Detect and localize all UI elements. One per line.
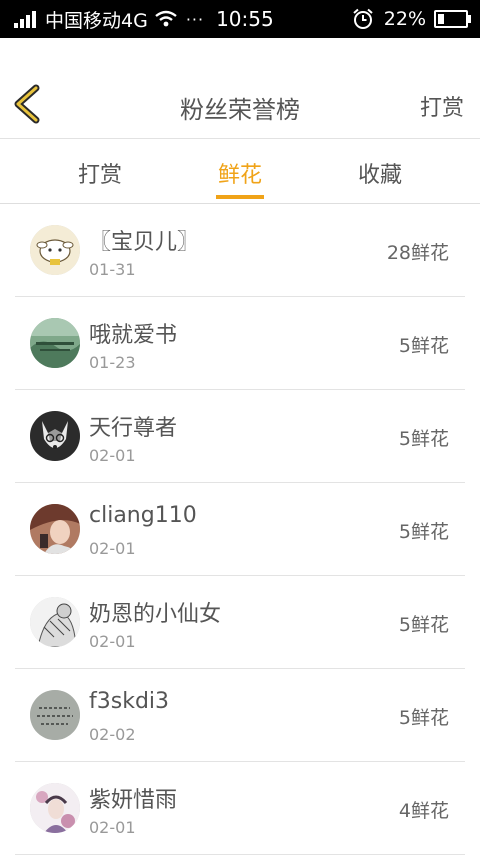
fan-date: 02-01 [89, 539, 136, 558]
list-item[interactable]: f3skdi3 02-02 5鲜花 [15, 669, 465, 762]
fan-name: 天行尊者 [89, 416, 178, 441]
list-item[interactable]: cliang110 02-01 5鲜花 [15, 483, 465, 576]
fan-name: 奶恩的小仙女 [89, 602, 222, 627]
flower-count: 5鲜花 [398, 707, 449, 729]
battery-fill [438, 14, 444, 24]
fan-date: 02-02 [89, 725, 136, 744]
handwriting-gray-icon [30, 690, 80, 740]
alarm-icon [353, 8, 373, 29]
avatar[interactable] [30, 411, 80, 461]
girl-portrait-icon [30, 504, 80, 554]
signal-icon [14, 10, 38, 28]
fan-date: 02-01 [89, 632, 136, 651]
more-dots: ··· [185, 9, 205, 29]
wifi-icon [155, 10, 177, 27]
status-right: 22% [352, 8, 480, 30]
fan-date: 02-01 [89, 818, 136, 837]
fan-name: 紫妍惜雨 [89, 788, 178, 813]
fan-name: cliang110 [89, 503, 197, 528]
tab-bar: 打赏 鲜花 收藏 [0, 139, 480, 204]
active-tab-indicator [216, 195, 264, 199]
tab-favorites[interactable]: 收藏 [330, 157, 430, 189]
fan-name: 〖宝贝儿〗 [89, 230, 200, 255]
fan-ranking-list: 〖宝贝儿〗 01-31 28鲜花 哦就爱书 01-23 5鲜花 天行尊者 02-… [0, 204, 480, 855]
avatar[interactable] [30, 690, 80, 740]
fan-date: 02-01 [89, 446, 136, 465]
nav-bar: 粉丝荣誉榜 打赏 [0, 38, 480, 139]
flower-count: 28鲜花 [386, 242, 449, 264]
page-title: 粉丝荣誉榜 [180, 96, 300, 124]
carrier-label: 中国移动4G [45, 9, 148, 32]
tab-reward[interactable]: 打赏 [50, 157, 150, 189]
flower-count: 5鲜花 [398, 614, 449, 636]
avatar[interactable] [30, 318, 80, 368]
fan-date: 01-31 [89, 260, 136, 279]
flower-count: 5鲜花 [398, 428, 449, 450]
forest-photo-icon [30, 318, 80, 368]
flower-count: 5鲜花 [398, 335, 449, 357]
fan-name: 哦就爱书 [89, 323, 178, 348]
floral-girl-icon [30, 783, 80, 833]
status-bar: 中国移动4G ··· 10:55 22% [0, 0, 480, 38]
battery-icon [434, 10, 471, 28]
avatar[interactable] [30, 504, 80, 554]
fan-date: 01-23 [89, 353, 136, 372]
reward-button[interactable]: 打赏 [420, 90, 464, 122]
list-item[interactable]: 紫妍惜雨 02-01 4鲜花 [15, 762, 465, 855]
husky-dog-icon [30, 411, 80, 461]
status-left: 中国移动4G ··· 10:55 [0, 6, 274, 33]
cartoon-sheep-icon [30, 225, 80, 275]
avatar[interactable] [30, 597, 80, 647]
avatar[interactable] [30, 783, 80, 833]
avatar[interactable] [30, 225, 80, 275]
sketch-person-icon [30, 597, 80, 647]
list-item[interactable]: 〖宝贝儿〗 01-31 28鲜花 [15, 204, 465, 297]
list-item[interactable]: 天行尊者 02-01 5鲜花 [15, 390, 465, 483]
flower-count: 4鲜花 [398, 800, 449, 822]
fan-name: f3skdi3 [89, 689, 170, 714]
list-item[interactable]: 奶恩的小仙女 02-01 5鲜花 [15, 576, 465, 669]
list-item[interactable]: 哦就爱书 01-23 5鲜花 [15, 297, 465, 390]
tab-flowers[interactable]: 鲜花 [190, 157, 290, 189]
flower-count: 5鲜花 [398, 521, 449, 543]
battery-percent: 22% [383, 8, 426, 30]
status-time: 10:55 [216, 7, 274, 31]
